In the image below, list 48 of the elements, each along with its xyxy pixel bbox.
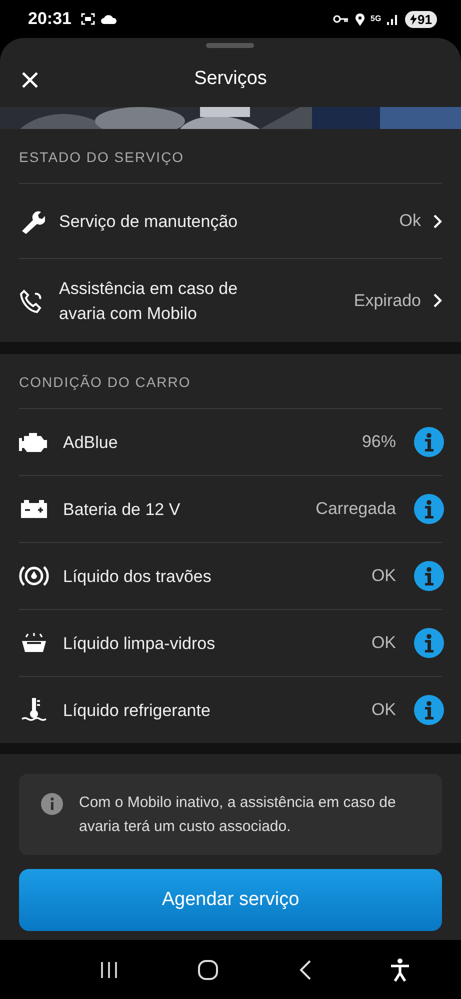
section-heading: CONDIÇÃO DO CARRO [19,354,442,409]
engine-icon [19,430,49,454]
condition-label: Líquido dos travões [63,566,212,588]
close-icon[interactable] [21,71,39,89]
drag-handle[interactable] [206,43,254,48]
service-row[interactable]: Assistência em caso de avaria com Mobilo Expirado [19,259,442,342]
washer-fluid-icon [19,632,49,654]
chevron-icon [433,214,442,228]
condition-label: Líquido limpa-vidros [63,632,216,654]
coolant-icon [19,697,49,723]
info-icon[interactable] [414,427,444,457]
condition-status: 96% [362,432,396,452]
battery-icon [19,500,49,518]
schedule-service-button[interactable]: Agendar serviço [19,869,442,931]
info-icon [41,793,63,815]
home-icon[interactable] [197,958,220,980]
cloud-icon [101,14,118,24]
accessibility-icon[interactable] [390,958,410,982]
info-icon[interactable] [414,628,444,658]
status-time: 20:31 [28,9,72,29]
service-label: Assistência em caso de avaria com Mobilo [59,278,239,324]
screen-title: Serviços [194,68,267,90]
service-label: Serviço de manutenção [59,210,239,233]
info-icon[interactable] [414,695,444,725]
condition-label: AdBlue [63,432,119,454]
network-label: 5G [370,15,381,23]
info-icon[interactable] [414,494,444,524]
service-status: Expirado [354,290,421,310]
screenshot-icon [81,13,96,25]
notice-text: Com o Mobilo inativo, a assistência em caso de avaria terá um custo associado. [79,793,397,837]
info-icon[interactable] [414,561,444,591]
brake-fluid-icon [19,564,49,588]
section-heading: ESTADO DO SERVIÇO [19,129,442,184]
condition-status: Carregada [316,499,396,519]
signal-icon [386,14,399,24]
condition-status: OK [371,633,396,653]
condition-status: OK [371,566,396,586]
chevron-icon [433,293,442,308]
service-row[interactable]: Serviço de manutenção Ok [19,184,442,259]
battery-indicator: 91 [404,10,437,28]
condition-label: Líquido refrigerante [63,700,212,722]
condition-status: OK [371,700,396,720]
condition-label: Bateria de 12 V [63,498,182,520]
location-icon [354,12,365,26]
back-icon[interactable] [298,958,312,980]
service-status: Ok [399,211,421,231]
key-icon [332,14,349,24]
recent-apps-icon[interactable] [99,960,120,978]
